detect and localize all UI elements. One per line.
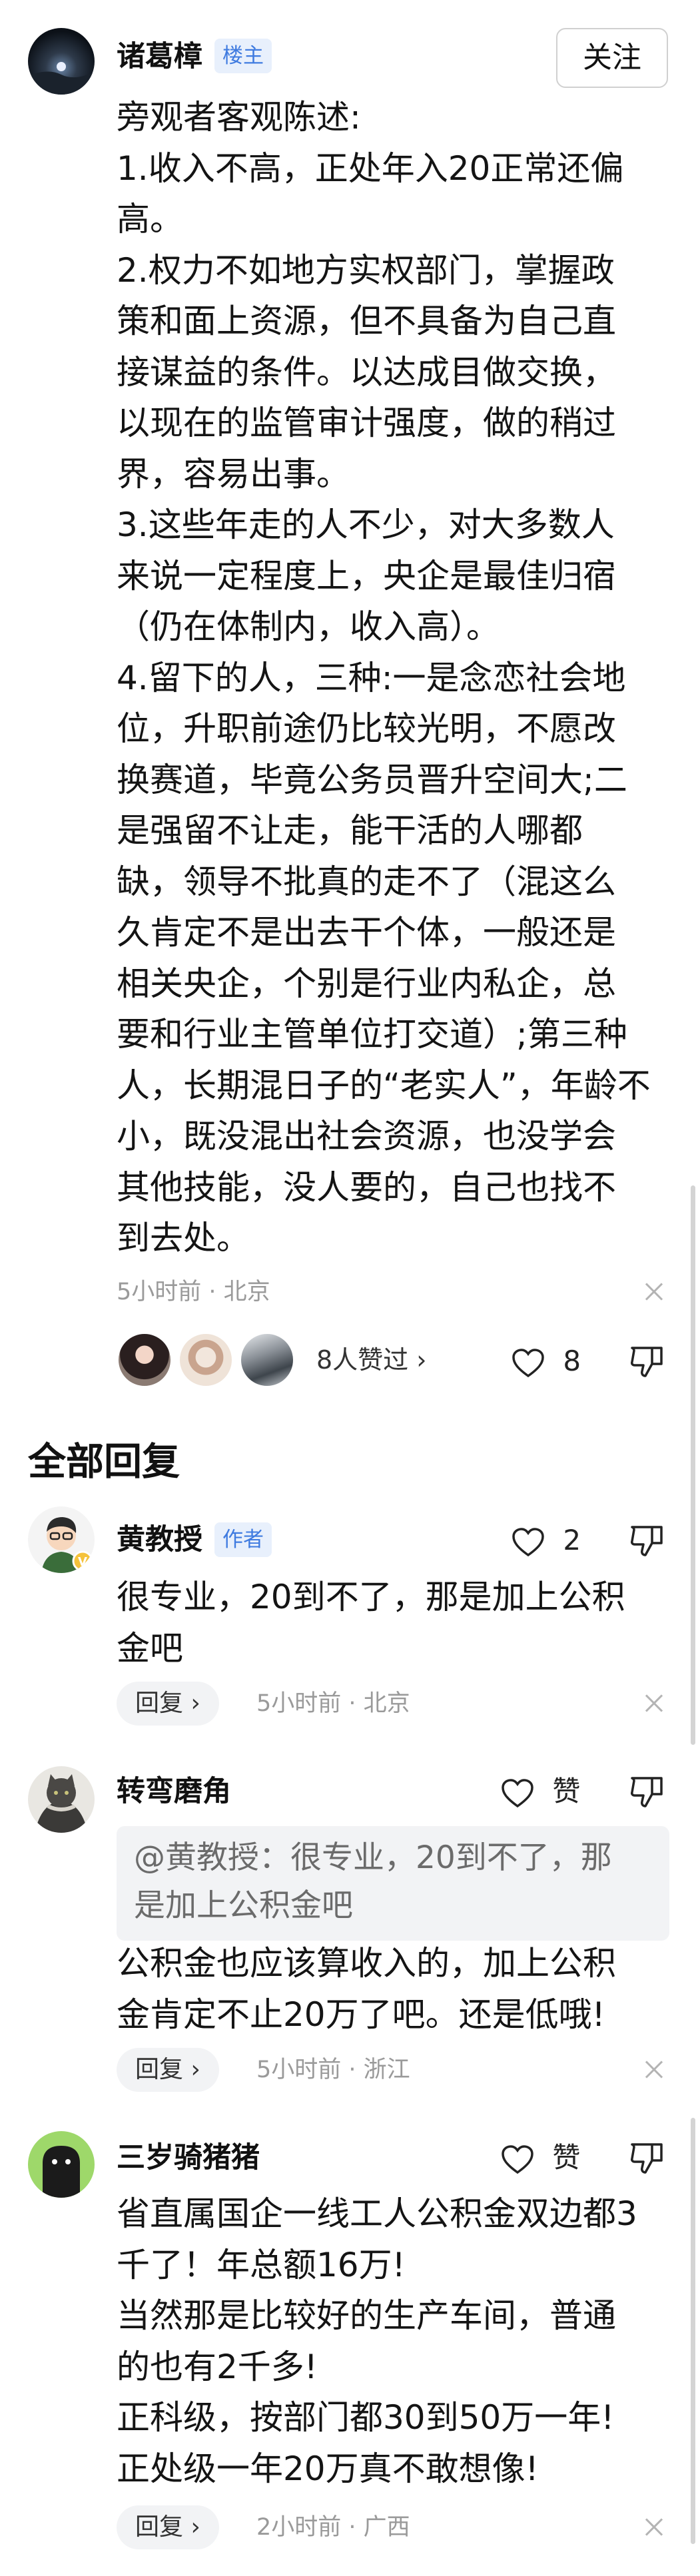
dislike-button[interactable] [629, 1523, 664, 1558]
comment-line: 3.这些年走的人不少，对大多数人 [117, 505, 615, 544]
cat-avatar-icon [35, 1774, 88, 1833]
reply-button[interactable]: 回复 › [117, 1682, 219, 1726]
comment-line: 久肯定不是出去干个体，一般还是 [117, 913, 616, 952]
author-name[interactable]: 黄教授 [117, 1520, 202, 1560]
comment-line: 换赛道，毕竟公务员晋升空间大;二 [117, 760, 627, 799]
comment-line: 其他技能，没人要的，自己也找不 [117, 1167, 616, 1207]
dislike-button[interactable] [629, 1344, 664, 1379]
thumbs-down-icon [631, 1347, 663, 1377]
like-button[interactable]: 2 [512, 1520, 581, 1560]
ghost-avatar-icon [43, 2146, 80, 2198]
liker-avatar [239, 1332, 295, 1388]
follow-button[interactable]: 关注 [556, 28, 668, 88]
like-button[interactable]: 赞 [501, 2138, 580, 2178]
avatar[interactable] [28, 1766, 95, 1833]
reply-body: 很专业，20到不了，那是加上公积 金吧 [117, 1578, 625, 1668]
comment-line: 到去处。 [117, 1219, 250, 1257]
like-label: 赞 [552, 1775, 581, 1807]
svg-text:V: V [78, 1555, 87, 1569]
like-button[interactable]: 8 [512, 1341, 581, 1381]
quoted-reply[interactable]: @黄教授：很专业，20到不了，那 是加上公积金吧 [117, 1826, 669, 1941]
op-badge: 楼主 [214, 39, 272, 73]
reply-button[interactable]: 回复 › [117, 2505, 219, 2549]
author-name[interactable]: 转弯磨角 [117, 1771, 231, 1811]
like-count: 8 [563, 1345, 581, 1377]
thumbs-down-icon [631, 1777, 663, 1807]
comment-line: 高。 [117, 200, 183, 238]
dislike-button[interactable] [629, 1774, 664, 1809]
timestamp-location: 5小时前 · 浙江 [256, 2057, 410, 2083]
comment-line: 要和行业主管单位打交道）;第三种 [117, 1015, 627, 1054]
comment-line: 位，升职前途仍比较光明，不愿改 [117, 709, 616, 748]
close-icon[interactable] [641, 1690, 667, 1717]
heart-icon [502, 1778, 533, 1807]
comment-line: 是强留不让走，能干活的人哪都 [117, 811, 583, 850]
comment-line: 接谋益的条件。以达成目做交换， [117, 352, 616, 392]
avatar[interactable] [28, 28, 95, 95]
comment-line: 以现在的监管审计强度，做的稍过 [117, 404, 616, 442]
timestamp-location: 2小时前 · 广西 [256, 2514, 410, 2541]
like-count: 2 [563, 1524, 581, 1556]
comment-line: 小，既没混出社会资源，也没学会 [117, 1117, 616, 1155]
close-icon[interactable] [641, 1279, 667, 1305]
comment-line: 旁观者客观陈述: [117, 98, 361, 137]
close-icon[interactable] [641, 2057, 667, 2083]
comment-body: 旁观者客观陈述: 1.收入不高，正处年入20正常还偏 高。 2.权力不如地方实权部门，… [117, 92, 663, 1264]
scrollbar[interactable] [691, 1185, 695, 1745]
comment-line: （仍在体制内，收入高）。 [117, 607, 500, 646]
avatar[interactable] [28, 2131, 95, 2198]
comment-line: 4.留下的人，三种:一是念恋社会地 [117, 658, 626, 697]
section-title: 全部回复 [28, 1440, 180, 1484]
reply-body: 公积金也应该算收入的，加上公积 金肯定不止20万了吧。还是低哦! [117, 1944, 616, 2034]
reply-button[interactable]: 回复 › [117, 2048, 219, 2092]
comment-line: 2.权力不如地方实权部门，掌握政 [117, 250, 615, 290]
scrollbar[interactable] [691, 2118, 695, 2544]
like-label: 赞 [552, 2141, 581, 2174]
dislike-button[interactable] [629, 2140, 664, 2175]
comment-line: 1.收入不高，正处年入20正常还偏 [117, 149, 624, 188]
comment-line: 界，容易出事。 [117, 454, 350, 493]
likers-count[interactable]: 8人赞过 › [316, 1340, 426, 1380]
comment-line: 策和面上资源，但不具备为自己直 [117, 302, 616, 340]
avatar[interactable]: V [28, 1506, 95, 1573]
liker-avatar [117, 1332, 173, 1388]
heart-icon [502, 2144, 533, 2174]
likers-row[interactable]: 8人赞过 › [117, 1332, 516, 1391]
liker-avatar [178, 1332, 234, 1388]
comment-line: 来说一定程度上，央企是最佳归宿 [117, 556, 616, 595]
like-button[interactable]: 赞 [501, 1771, 580, 1811]
close-icon[interactable] [641, 2514, 667, 2541]
reply-body: 省直属国企一线工人公积金双边都3 千了！年总额16万! 当然那是比较好的生产车间… [117, 2194, 637, 2488]
heart-icon [512, 1527, 544, 1556]
cartoon-avatar-icon: V [41, 1517, 93, 1573]
thumbs-down-icon [631, 2143, 663, 2174]
author-badge: 作者 [214, 1522, 272, 1557]
comment-line: 缺，领导不批真的走不了（混这么 [117, 862, 616, 901]
author-name[interactable]: 三岁骑猪猪 [117, 2138, 260, 2178]
timestamp-location: 5小时前 · 北京 [256, 1690, 410, 1717]
heart-icon [512, 1348, 544, 1377]
timestamp-location: 5小时前 · 北京 [117, 1279, 270, 1305]
comment-line: 相关央企，个别是行业内私企，总 [117, 964, 616, 1003]
thumbs-down-icon [631, 1526, 663, 1556]
author-name[interactable]: 诸葛樟 [117, 37, 202, 77]
moon-landscape-icon [28, 62, 95, 95]
comment-line: 人，长期混日子的“老实人”，年龄不 [117, 1066, 651, 1105]
